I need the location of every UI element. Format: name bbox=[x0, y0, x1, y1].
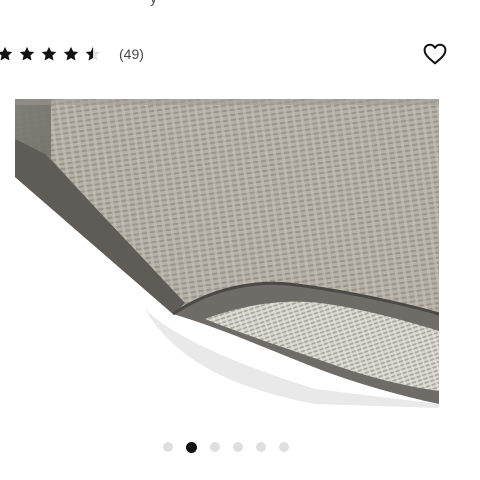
carousel-dot[interactable] bbox=[233, 442, 243, 452]
star-full-icon bbox=[0, 46, 13, 61]
carousel-dot[interactable] bbox=[163, 442, 173, 452]
star-half-icon bbox=[85, 46, 101, 61]
product-rating[interactable]: (49) bbox=[0, 43, 144, 65]
carousel-dot[interactable] bbox=[256, 442, 266, 452]
review-count[interactable]: (49) bbox=[119, 46, 144, 62]
carousel-pagination bbox=[163, 441, 302, 453]
truncated-text: y bbox=[150, 0, 157, 6]
carousel-dot[interactable] bbox=[210, 442, 220, 452]
carousel-dot[interactable] bbox=[279, 442, 289, 452]
star-full-icon bbox=[63, 46, 79, 61]
star-full-icon bbox=[19, 46, 35, 61]
wishlist-button[interactable] bbox=[422, 42, 448, 66]
heart-outline-icon bbox=[423, 43, 447, 65]
carousel-dot-active[interactable] bbox=[186, 441, 197, 453]
star-full-icon bbox=[41, 46, 57, 61]
product-image[interactable] bbox=[15, 99, 439, 408]
rating-stars bbox=[0, 45, 106, 63]
